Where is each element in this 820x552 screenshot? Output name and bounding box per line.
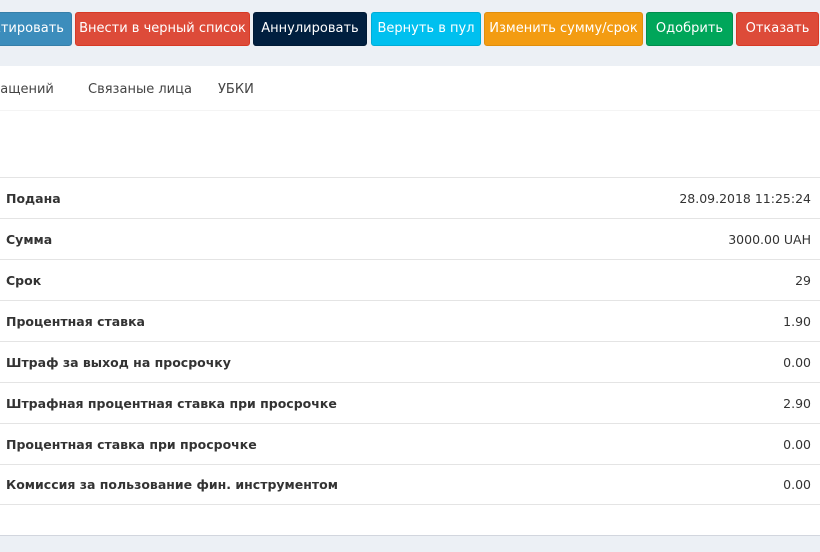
edit-button[interactable]: ктировать — [0, 12, 72, 46]
tab-ubki[interactable]: УБКИ — [218, 66, 254, 111]
table-row-penalty-rate: Штрафная процентная ставка при просрочке… — [0, 382, 820, 423]
row-label: Процентная ставка — [6, 313, 145, 329]
action-toolbar: ктировать Внести в черный список Аннулир… — [0, 0, 820, 66]
table-row-submitted: Подана 28.09.2018 11:25:24 — [0, 177, 820, 218]
row-label: Сумма — [6, 231, 53, 247]
table-row-commission: Комиссия за пользование фин. инструменто… — [0, 464, 820, 505]
table-row-term: Срок 29 — [0, 259, 820, 300]
table-row-interest-rate: Процентная ставка 1.90 — [0, 300, 820, 341]
row-label: Комиссия за пользование фин. инструменто… — [6, 477, 338, 492]
table-row-overdue-penalty: Штраф за выход на просрочку 0.00 — [0, 341, 820, 382]
row-value: 1.90 — [783, 313, 811, 329]
details-table: Подана 28.09.2018 11:25:24 Сумма 3000.00… — [0, 177, 820, 505]
row-value: 3000.00 UAH — [728, 231, 811, 247]
tab-related-persons[interactable]: Связаные лица — [88, 66, 192, 111]
table-row-amount: Сумма 3000.00 UAH — [0, 218, 820, 259]
application-details-panel: ращений Связаные лица УБКИ Подана 28.09.… — [0, 66, 820, 536]
return-to-pool-button[interactable]: Вернуть в пул — [371, 12, 481, 46]
row-value: 0.00 — [783, 436, 811, 452]
tab-bar: ращений Связаные лица УБКИ — [0, 66, 820, 111]
row-label: Процентная ставка при просрочке — [6, 436, 257, 452]
annul-button[interactable]: Аннулировать — [253, 12, 367, 46]
row-value: 29 — [795, 272, 811, 288]
row-value: 28.09.2018 11:25:24 — [679, 190, 811, 206]
table-row-overdue-rate: Процентная ставка при просрочке 0.00 — [0, 423, 820, 464]
row-value: 0.00 — [783, 354, 811, 370]
row-label: Штраф за выход на просрочку — [6, 354, 231, 370]
row-label: Штрафная процентная ставка при просрочке — [6, 395, 337, 411]
change-amount-term-button[interactable]: Изменить сумму/срок — [484, 12, 643, 46]
row-label: Подана — [6, 190, 61, 206]
approve-button[interactable]: Одобрить — [646, 12, 733, 46]
row-value: 2.90 — [783, 395, 811, 411]
reject-button[interactable]: Отказать — [736, 12, 819, 46]
blacklist-button[interactable]: Внести в черный список — [75, 12, 250, 46]
row-label: Срок — [6, 272, 42, 288]
row-value: 0.00 — [783, 477, 811, 492]
tab-appeals[interactable]: ращений — [0, 66, 54, 111]
